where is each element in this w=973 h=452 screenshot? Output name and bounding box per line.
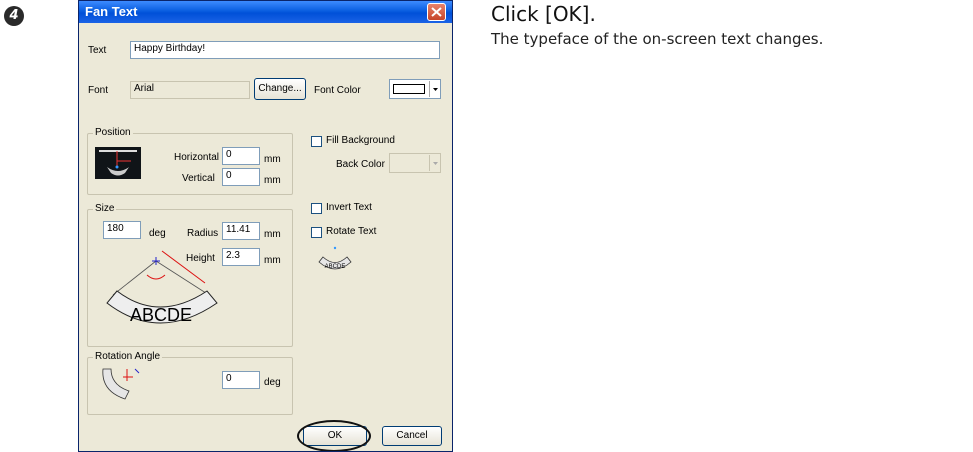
back-color-picker[interactable] <box>389 153 441 173</box>
font-color-label: Font Color <box>314 85 361 96</box>
vertical-input[interactable]: 0 <box>222 168 260 186</box>
horizontal-input[interactable]: 0 <box>222 147 260 165</box>
rotation-group-label: Rotation Angle <box>93 351 163 362</box>
back-color-dropdown[interactable] <box>429 155 441 171</box>
rotate-text-label: Rotate Text <box>326 226 377 237</box>
dialog-title: Fan Text <box>85 4 138 19</box>
radius-input[interactable]: 11.41 <box>222 222 260 240</box>
font-color-swatch <box>393 84 425 94</box>
chevron-down-icon <box>433 162 438 165</box>
radius-label: Radius <box>187 228 219 239</box>
step-number-badge: 4 <box>4 6 24 26</box>
rotation-preview <box>99 365 151 401</box>
rotation-angle-unit: deg <box>264 377 281 388</box>
fan-size-diagram: ABCDE <box>99 243 239 339</box>
text-input[interactable]: Happy Birthday! <box>130 41 440 59</box>
font-name-field: Arial <box>130 81 250 99</box>
rotate-text-checkbox[interactable] <box>311 227 322 238</box>
size-group-label: Size <box>93 203 117 214</box>
horizontal-unit: mm <box>264 154 281 165</box>
invert-text-label: Invert Text <box>326 202 372 213</box>
position-preview <box>95 147 141 179</box>
fill-background-label: Fill Background <box>326 135 395 146</box>
invert-text-checkbox[interactable] <box>311 203 322 214</box>
ok-button-highlight-circle <box>297 420 371 451</box>
font-color-dropdown[interactable] <box>429 81 441 97</box>
position-diagram-icon <box>95 147 141 179</box>
instruction-body: The typeface of the on-screen text chang… <box>491 30 824 48</box>
rotation-angle-input[interactable]: 0 <box>222 371 260 389</box>
vertical-label: Vertical <box>182 173 215 184</box>
rotate-text-preview-text: ABCDE <box>325 264 346 270</box>
fill-background-checkbox[interactable] <box>311 136 322 147</box>
horizontal-label: Horizontal <box>174 152 220 163</box>
radius-unit: mm <box>264 229 281 240</box>
vertical-unit: mm <box>264 175 281 186</box>
rotate-text-preview: ABCDE <box>317 246 353 276</box>
cancel-button[interactable]: Cancel <box>382 426 442 446</box>
size-degree-unit: deg <box>149 228 166 239</box>
change-font-button[interactable]: Change... <box>254 78 306 100</box>
chevron-down-icon <box>433 88 438 91</box>
height-unit: mm <box>264 255 281 266</box>
fan-text-dialog: Fan Text Text Happy Birthday! Font Arial… <box>78 0 453 452</box>
dialog-titlebar: Fan Text <box>79 1 452 23</box>
font-color-picker[interactable] <box>389 79 441 99</box>
close-button[interactable] <box>427 3 446 21</box>
fan-preview-text: ABCDE <box>130 305 192 325</box>
position-group-label: Position <box>93 127 133 138</box>
instruction-title: Click [OK]. <box>491 2 596 26</box>
font-label: Font <box>88 85 109 96</box>
size-degree-input[interactable]: 180 <box>103 221 141 239</box>
close-icon <box>431 7 442 17</box>
text-label: Text <box>88 45 107 56</box>
back-color-label: Back Color <box>336 159 385 170</box>
